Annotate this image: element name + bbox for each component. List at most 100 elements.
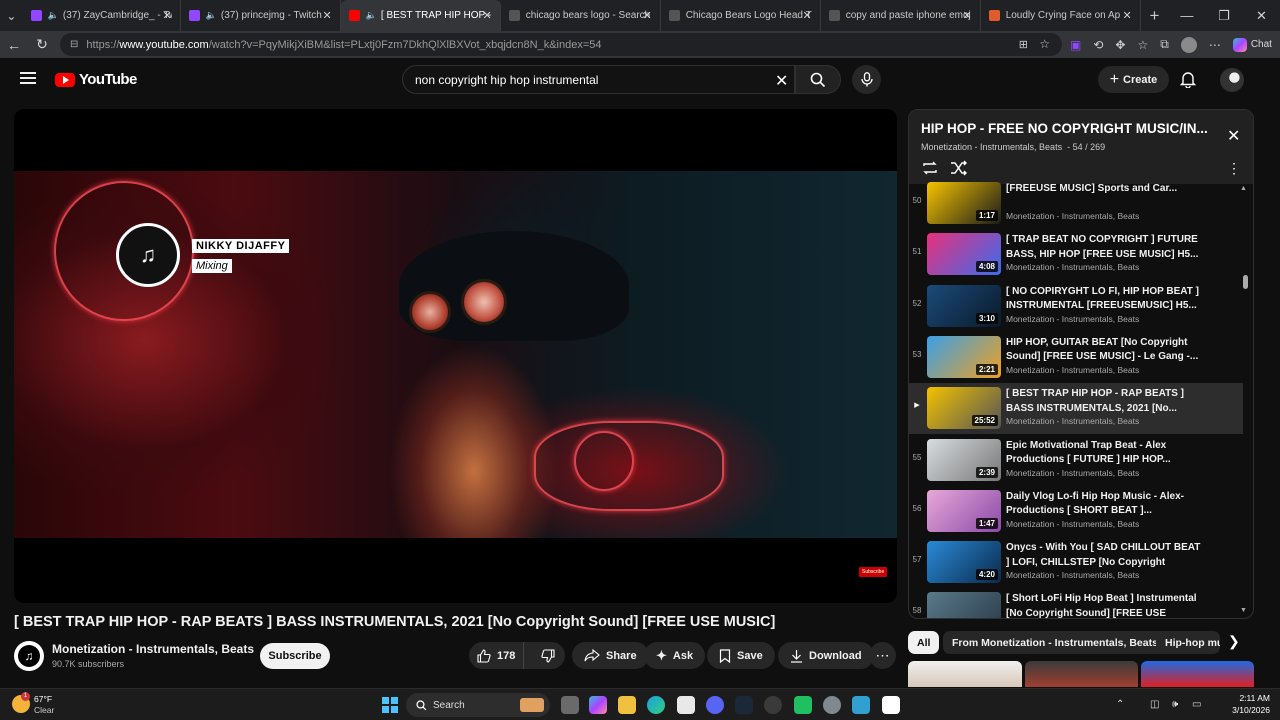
clear-search-icon[interactable]: ✕ <box>775 71 788 91</box>
taskbar-search-box[interactable]: Search <box>406 693 550 717</box>
app-icon[interactable] <box>764 696 782 714</box>
microsoft-store-icon[interactable] <box>677 696 695 714</box>
voice-search-button[interactable] <box>852 65 881 94</box>
network-icon[interactable]: ◫ <box>1150 699 1159 710</box>
dislike-button[interactable] <box>530 642 565 669</box>
playlist-item[interactable]: 57 4:20 Onycs - With You [ SAD CHILLOUT BE… <box>909 537 1243 588</box>
playlist-thumbnail[interactable]: 2:21 <box>927 335 1001 378</box>
tab-close-icon[interactable]: ✕ <box>322 9 331 22</box>
playlist-item[interactable]: 58 0:46[ Short LoFi Hip Hop Beat ] Instru… <box>909 588 1243 618</box>
video-player[interactable]: ♫ NIKKY DIJAFFY Mixing Subscribe <box>14 109 897 603</box>
playlist-item-current[interactable]: ▶ 25:52 [ BEST TRAP HIP HOP - RAP BEATS ] … <box>909 383 1243 435</box>
search-input[interactable]: non copyright hip hop instrumental <box>402 65 795 94</box>
chip-all[interactable]: All <box>908 631 940 654</box>
back-arrow-icon[interactable]: ← <box>0 31 28 58</box>
chip-hip-hop-music[interactable]: Hip-hop mu <box>1156 631 1220 654</box>
speaker-icon[interactable]: 🔈 <box>366 10 377 21</box>
settings-gear-icon[interactable] <box>823 696 841 714</box>
twitch-extension-icon[interactable]: ▣ <box>1070 38 1081 52</box>
battery-icon[interactable]: ▭ <box>1192 699 1201 710</box>
subscribe-watermark[interactable]: Subscribe <box>859 567 888 577</box>
steam-icon[interactable] <box>735 696 753 714</box>
scroll-down-icon[interactable]: ▼ <box>1240 607 1247 614</box>
browser-tab[interactable]: Chicago Bears Logo Head Tra ✕ <box>661 0 821 31</box>
playlist-item[interactable]: 50 1:17 [FREEUSE MUSIC] Sports and Car... M… <box>909 178 1243 229</box>
reload-icon[interactable]: ↻ <box>28 31 56 58</box>
related-video-thumbnail[interactable] <box>1141 661 1254 687</box>
search-button[interactable] <box>795 65 841 94</box>
playlist-thumbnail[interactable]: 4:08 <box>927 233 1001 276</box>
app-icon[interactable] <box>794 696 812 714</box>
browser-tab[interactable]: chicago bears logo - Search ✕ <box>501 0 661 31</box>
tab-close-icon[interactable]: ✕ <box>642 9 651 22</box>
tray-overflow-chevron-icon[interactable]: ⌃ <box>1116 699 1124 710</box>
tab-close-icon[interactable]: ✕ <box>802 9 811 22</box>
profile-avatar-icon[interactable] <box>1180 36 1197 53</box>
playlist-title[interactable]: HIP HOP - FREE NO COPYRIGHT MUSIC/IN... <box>921 121 1217 136</box>
related-video-thumbnail[interactable] <box>1025 661 1138 687</box>
browser-tab[interactable]: 🔈[ BEST TRAP HIP HOP - R ✕ <box>340 0 501 31</box>
collections-icon[interactable]: ⧉ <box>1160 37 1169 52</box>
playlist-thumbnail[interactable]: 0:46 <box>927 592 1001 618</box>
browser-tab[interactable]: 🔈 (37) ZayCambridge_ - Tw ✕ <box>23 0 181 31</box>
playlist-thumbnail[interactable]: 1:47 <box>927 489 1001 532</box>
windows-start-icon[interactable] <box>382 697 398 713</box>
edge-browser-icon[interactable] <box>647 696 665 714</box>
subscribe-button[interactable]: Subscribe <box>260 643 330 669</box>
browser-tab[interactable]: 🔈 (37) princejmg - Twitch ✕ <box>181 0 341 31</box>
window-close-icon[interactable]: ✕ <box>1243 0 1280 31</box>
clock-date[interactable]: 3/10/2026 <box>1222 705 1270 715</box>
new-tab-button[interactable]: + <box>1141 0 1169 31</box>
maximize-icon[interactable]: ❐ <box>1206 0 1243 31</box>
favorites-icon[interactable]: ☆ <box>1137 38 1148 52</box>
weather-temperature[interactable]: 67°F <box>34 694 52 704</box>
youtube-logo[interactable]: YouTube <box>55 71 137 88</box>
playlist-thumbnail[interactable]: 1:17 <box>927 182 1001 224</box>
tab-close-icon[interactable]: ✕ <box>1122 9 1131 22</box>
scroll-up-icon[interactable]: ▲ <box>1240 185 1247 192</box>
tab-list-chevron-icon[interactable]: ⌄ <box>0 0 23 31</box>
chip-from-channel[interactable]: From Monetization - Instrumentals, Beats <box>943 631 1167 654</box>
extension-icon[interactable]: ⟲ <box>1093 38 1103 52</box>
speaker-icon[interactable]: 🔈 <box>48 10 59 21</box>
playlist-item-title[interactable]: [FREEUSE MUSIC] Sports and Car... <box>1006 182 1206 211</box>
playlist-item-title[interactable]: [ NO COPIRYGHT LO FI, HIP HOP BEAT ] INS… <box>1006 285 1206 314</box>
clock-time[interactable]: 2:11 AM <box>1222 693 1270 703</box>
create-button[interactable]: + Create <box>1098 66 1169 93</box>
ask-button[interactable]: ✦ Ask <box>644 642 706 669</box>
download-button[interactable]: Download <box>778 642 874 669</box>
discord-icon[interactable] <box>706 696 724 714</box>
browser-tab[interactable]: Loudly Crying Face on Ap ✕ <box>981 0 1141 31</box>
chevron-right-icon[interactable]: ❯ <box>1228 633 1240 650</box>
browser-tab[interactable]: copy and paste iphone emoj ✕ <box>821 0 981 31</box>
url-field[interactable]: ⊟ https://www.youtube.com/watch?v=PqyMik… <box>60 33 1062 56</box>
playlist-item[interactable]: 51 4:08 [ TRAP BEAT NO COPYRIGHT ] FUTURE … <box>909 229 1243 280</box>
playlist-item[interactable]: 53 2:21 HIP HOP, GUITAR BEAT [No Copyright… <box>909 332 1243 383</box>
playlist-item-title[interactable]: [ BEST TRAP HIP HOP - RAP BEATS ] BASS I… <box>1006 387 1206 416</box>
playlist-item[interactable]: 55 2:39 Epic Motivational Trap Beat - Alex… <box>909 435 1243 486</box>
account-avatar[interactable] <box>1220 68 1244 92</box>
browser-menu-icon[interactable]: ⋯ <box>1209 38 1221 52</box>
playlist-thumbnail[interactable]: 3:10 <box>927 284 1001 327</box>
minimize-icon[interactable]: — <box>1168 0 1205 31</box>
playlist-item-title[interactable]: [ TRAP BEAT NO COPYRIGHT ] FUTURE BASS, … <box>1006 233 1206 262</box>
playlist-item-title[interactable]: HIP HOP, GUITAR BEAT [No Copyright Sound… <box>1006 336 1206 365</box>
extensions-puzzle-icon[interactable]: ✥ <box>1115 38 1125 52</box>
playlist-thumbnail[interactable]: 4:20 <box>927 541 1001 584</box>
site-info-icon[interactable]: ⊟ <box>70 39 78 50</box>
like-button[interactable]: 178 <box>469 642 525 669</box>
tab-close-icon[interactable]: ✕ <box>482 9 491 22</box>
playlist-item[interactable]: 56 1:47 Daily Vlog Lo-fi Hip Hop Music - A… <box>909 486 1243 537</box>
playlist-item[interactable]: 52 3:10 [ NO COPIRYGHT LO FI, HIP HOP BEAT… <box>909 281 1243 332</box>
playlist-scrollbar[interactable] <box>1243 275 1248 289</box>
guide-menu-icon[interactable] <box>20 72 36 84</box>
app-icon[interactable] <box>882 696 900 714</box>
close-playlist-icon[interactable]: ✕ <box>1227 126 1240 146</box>
more-actions-icon[interactable]: ⋯ <box>869 642 896 669</box>
task-view-icon[interactable] <box>561 696 579 714</box>
playlist-thumbnail[interactable]: 25:52 <box>927 387 1001 430</box>
save-button[interactable]: Save <box>707 642 775 669</box>
channel-avatar[interactable]: ♫ <box>14 641 44 671</box>
app-icon[interactable] <box>852 696 870 714</box>
channel-name[interactable]: Monetization - Instrumentals, Beats <box>52 642 254 656</box>
